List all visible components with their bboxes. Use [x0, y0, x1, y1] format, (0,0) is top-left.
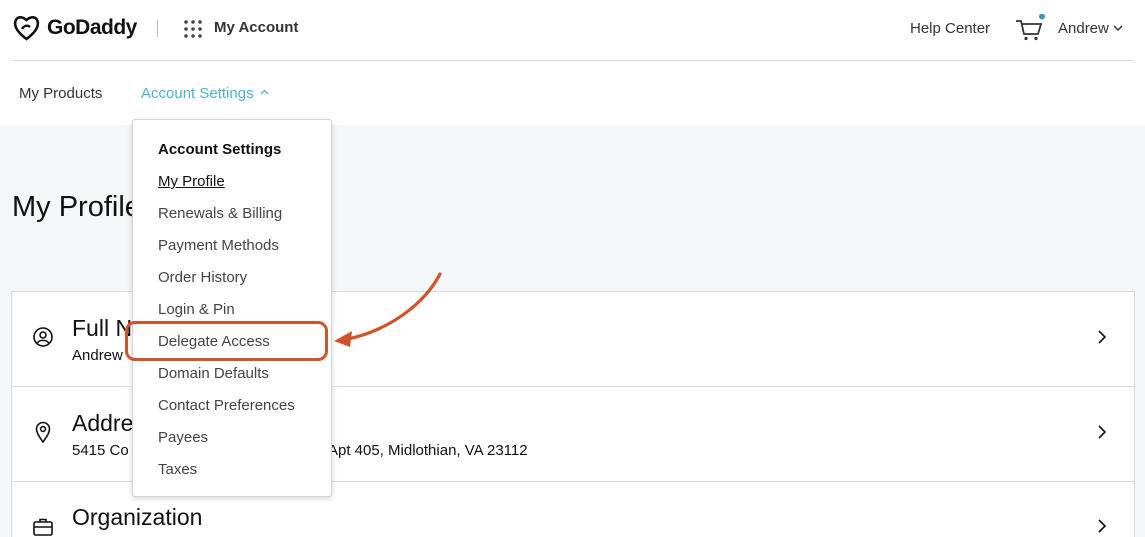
card-value-left: 5415 Co [72, 442, 129, 459]
header-separator [157, 20, 158, 37]
user-name: Andrew [1058, 20, 1109, 37]
card-value: Andrew [72, 347, 123, 364]
help-center-link[interactable]: Help Center [910, 20, 990, 37]
page-title: My Profile [12, 191, 141, 223]
chevron-right-icon [1098, 425, 1107, 439]
apps-grid-icon[interactable] [183, 19, 203, 39]
dropdown-heading: Account Settings [158, 141, 282, 158]
menu-item-login-pin[interactable]: Login & Pin [158, 301, 235, 318]
nav-account-settings[interactable]: Account Settings [141, 85, 269, 102]
location-pin-icon [35, 421, 51, 443]
chevron-right-icon [1098, 330, 1107, 344]
card-title: Full N [72, 315, 133, 341]
nav-account-settings-label: Account Settings [141, 85, 254, 102]
chevron-right-icon [1098, 519, 1107, 533]
cart-icon[interactable] [1014, 14, 1046, 44]
godaddy-logo-icon [13, 16, 40, 41]
sub-navigation: My Products Account Settings [0, 61, 1145, 125]
card-title: Organization [72, 504, 203, 530]
menu-item-renewals-billing[interactable]: Renewals & Billing [158, 205, 282, 222]
app-title[interactable]: My Account [214, 19, 298, 36]
godaddy-logo[interactable]: GoDaddy [12, 14, 137, 42]
user-circle-icon [33, 327, 53, 347]
annotation-highlight [125, 321, 328, 361]
chevron-up-icon [260, 89, 269, 95]
top-bar: GoDaddy My Account Help Center Andrew [0, 0, 1145, 60]
briefcase-icon [33, 518, 53, 536]
annotation-arrow-icon [334, 272, 442, 347]
chevron-down-icon [1113, 25, 1123, 31]
menu-item-my-profile[interactable]: My Profile [158, 173, 225, 190]
card-title: Addre [72, 410, 134, 436]
cart-badge-dot [1039, 14, 1045, 20]
menu-item-order-history[interactable]: Order History [158, 269, 247, 286]
menu-item-contact-preferences[interactable]: Contact Preferences [158, 397, 295, 414]
user-menu[interactable]: Andrew [1058, 20, 1123, 37]
card-value-right: Apt 405, Midlothian, VA 23112 [328, 442, 528, 459]
menu-item-payment-methods[interactable]: Payment Methods [158, 237, 279, 254]
brand-name: GoDaddy [47, 16, 137, 39]
menu-item-domain-defaults[interactable]: Domain Defaults [158, 365, 269, 382]
menu-item-taxes[interactable]: Taxes [158, 461, 197, 478]
menu-item-payees[interactable]: Payees [158, 429, 208, 446]
nav-my-products[interactable]: My Products [19, 85, 102, 102]
account-settings-dropdown: Account Settings My Profile Renewals & B… [132, 119, 332, 497]
